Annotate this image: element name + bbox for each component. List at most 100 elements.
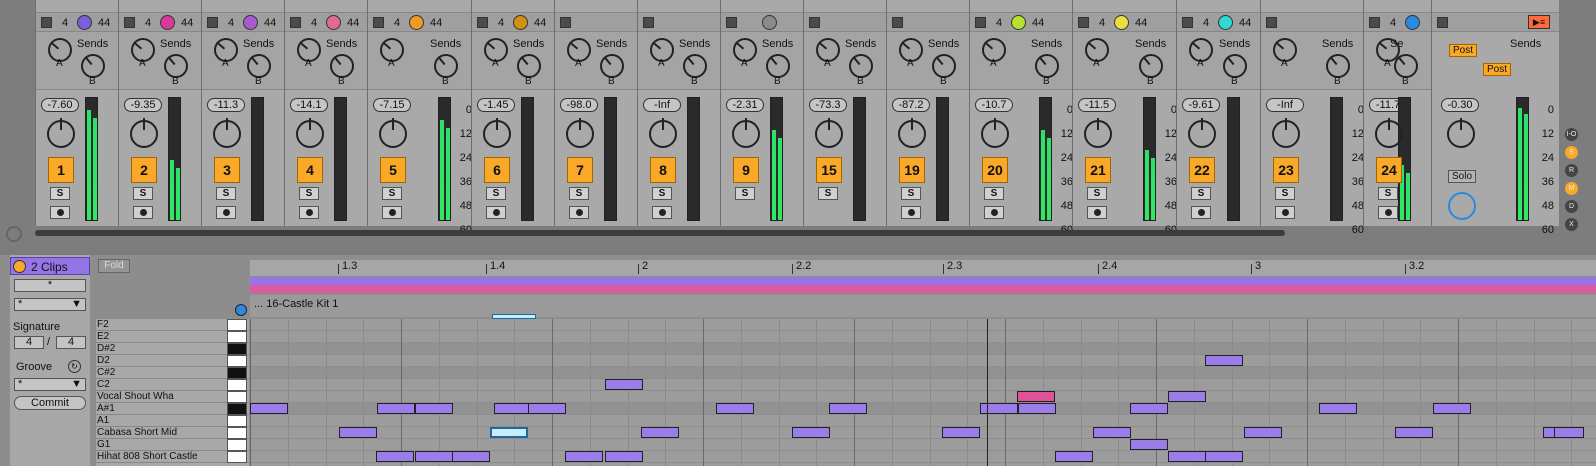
pan-knob[interactable]: [296, 118, 324, 148]
arm-button[interactable]: [382, 206, 402, 219]
side-button-i-o[interactable]: I-O: [1565, 128, 1578, 141]
track-activator-square[interactable]: [41, 17, 52, 28]
midi-note[interactable]: [1205, 451, 1243, 462]
midi-note[interactable]: [1055, 451, 1093, 462]
piano-key[interactable]: [227, 439, 247, 451]
solo-button[interactable]: S: [569, 187, 589, 200]
send-b-knob[interactable]: [164, 54, 188, 78]
track-activator-number[interactable]: 1: [48, 157, 74, 183]
midi-note[interactable]: [641, 427, 679, 438]
arm-button[interactable]: [50, 206, 70, 219]
track-activator-square[interactable]: [809, 17, 820, 28]
track-activator-number[interactable]: 15: [816, 157, 842, 183]
pan-knob[interactable]: [213, 118, 241, 148]
send-b-knob[interactable]: [849, 54, 873, 78]
midi-note[interactable]: [942, 427, 980, 438]
volume-field[interactable]: -14.1: [290, 98, 328, 112]
piano-key[interactable]: [227, 391, 247, 403]
volume-field[interactable]: -11.3: [207, 98, 245, 112]
track-color-dot[interactable]: [326, 15, 341, 30]
solo-button[interactable]: S: [486, 187, 506, 200]
piano-key[interactable]: [227, 367, 247, 379]
send-b-knob[interactable]: [434, 54, 458, 78]
midi-note[interactable]: [1543, 427, 1555, 438]
track-activator-number[interactable]: 7: [567, 157, 593, 183]
master-activator-square[interactable]: [1437, 17, 1448, 28]
midi-note[interactable]: [1244, 427, 1282, 438]
solo-button[interactable]: S: [735, 187, 755, 200]
midi-note[interactable]: [377, 403, 415, 414]
fold-button[interactable]: Fold: [98, 259, 130, 273]
midi-note[interactable]: [494, 403, 532, 414]
clip-name-field[interactable]: *: [14, 279, 86, 292]
track-activator-number[interactable]: 24: [1376, 157, 1402, 183]
track-activator-number[interactable]: 3: [214, 157, 240, 183]
track-color-dot[interactable]: [513, 15, 528, 30]
track-color-dot[interactable]: [1011, 15, 1026, 30]
arm-button[interactable]: [1191, 206, 1211, 219]
pan-knob[interactable]: [566, 118, 594, 148]
midi-note[interactable]: [1093, 427, 1131, 438]
arm-button[interactable]: [652, 206, 672, 219]
midi-note[interactable]: [829, 403, 867, 414]
ruler-tick-label[interactable]: 2.4: [1097, 260, 1117, 274]
pan-knob[interactable]: [898, 118, 926, 148]
volume-field[interactable]: -98.0: [560, 98, 598, 112]
arm-button[interactable]: [486, 206, 506, 219]
solo-button[interactable]: S: [216, 187, 236, 200]
pan-knob[interactable]: [47, 118, 75, 148]
midi-note[interactable]: [1168, 451, 1206, 462]
midi-note[interactable]: [1319, 403, 1357, 414]
midi-note[interactable]: [1130, 403, 1168, 414]
track-activator-square[interactable]: [290, 17, 301, 28]
cue-out-icon[interactable]: ▶≡: [1528, 15, 1550, 29]
pan-knob[interactable]: [1188, 118, 1216, 148]
horizontal-scrollbar[interactable]: [35, 230, 1285, 236]
track-activator-square[interactable]: [892, 17, 903, 28]
track-activator-square[interactable]: [560, 17, 571, 28]
solo-button[interactable]: S: [1191, 187, 1211, 200]
midi-note[interactable]: [1395, 427, 1433, 438]
refresh-icon[interactable]: [6, 226, 22, 242]
ruler-tick-label[interactable]: 2.2: [791, 260, 811, 274]
pan-knob[interactable]: [379, 118, 407, 148]
piano-key[interactable]: [227, 451, 247, 463]
pan-knob[interactable]: [130, 118, 158, 148]
midi-note[interactable]: [1433, 403, 1471, 414]
solo-button[interactable]: S: [133, 187, 153, 200]
midi-note[interactable]: [980, 403, 1018, 414]
midi-note[interactable]: [250, 403, 288, 414]
track-activator-number[interactable]: 4: [297, 157, 323, 183]
ruler-tick-label[interactable]: 3.2: [1404, 260, 1424, 274]
midi-note[interactable]: [1018, 403, 1056, 414]
volume-field[interactable]: -87.2: [892, 98, 930, 112]
midi-note[interactable]: [605, 379, 643, 390]
track-activator-number[interactable]: 2: [131, 157, 157, 183]
groove-select[interactable]: * ▼: [14, 378, 86, 391]
track-activator-number[interactable]: 20: [982, 157, 1008, 183]
track-activator-square[interactable]: [207, 17, 218, 28]
midi-note[interactable]: [716, 403, 754, 414]
track-activator-square[interactable]: [1266, 17, 1277, 28]
track-activator-number[interactable]: 23: [1273, 157, 1299, 183]
arm-button[interactable]: [569, 206, 589, 219]
solo-button[interactable]: S: [382, 187, 402, 200]
midi-note[interactable]: [490, 427, 528, 438]
track-activator-square[interactable]: [643, 17, 654, 28]
signature-denominator[interactable]: 4: [56, 336, 86, 349]
ruler-tick-label[interactable]: 1.4: [485, 260, 505, 274]
pan-knob[interactable]: [483, 118, 511, 148]
send-b-knob[interactable]: [247, 54, 271, 78]
arm-button[interactable]: [299, 206, 319, 219]
volume-field[interactable]: -9.61: [1182, 98, 1220, 112]
clip-header[interactable]: 2 Clips: [10, 257, 90, 275]
volume-field[interactable]: -Inf: [1266, 98, 1304, 112]
send-b-knob[interactable]: [1139, 54, 1163, 78]
midi-note[interactable]: [1205, 355, 1243, 366]
arm-button[interactable]: [1275, 206, 1295, 219]
send-b-knob[interactable]: [1035, 54, 1059, 78]
volume-field[interactable]: -73.3: [809, 98, 847, 112]
timeline-ruler[interactable]: 1.3 1.4 2 2.2 2.3 2.4 3 3.2: [250, 260, 1596, 276]
side-button-m[interactable]: M: [1565, 182, 1578, 195]
midi-note[interactable]: [415, 403, 453, 414]
